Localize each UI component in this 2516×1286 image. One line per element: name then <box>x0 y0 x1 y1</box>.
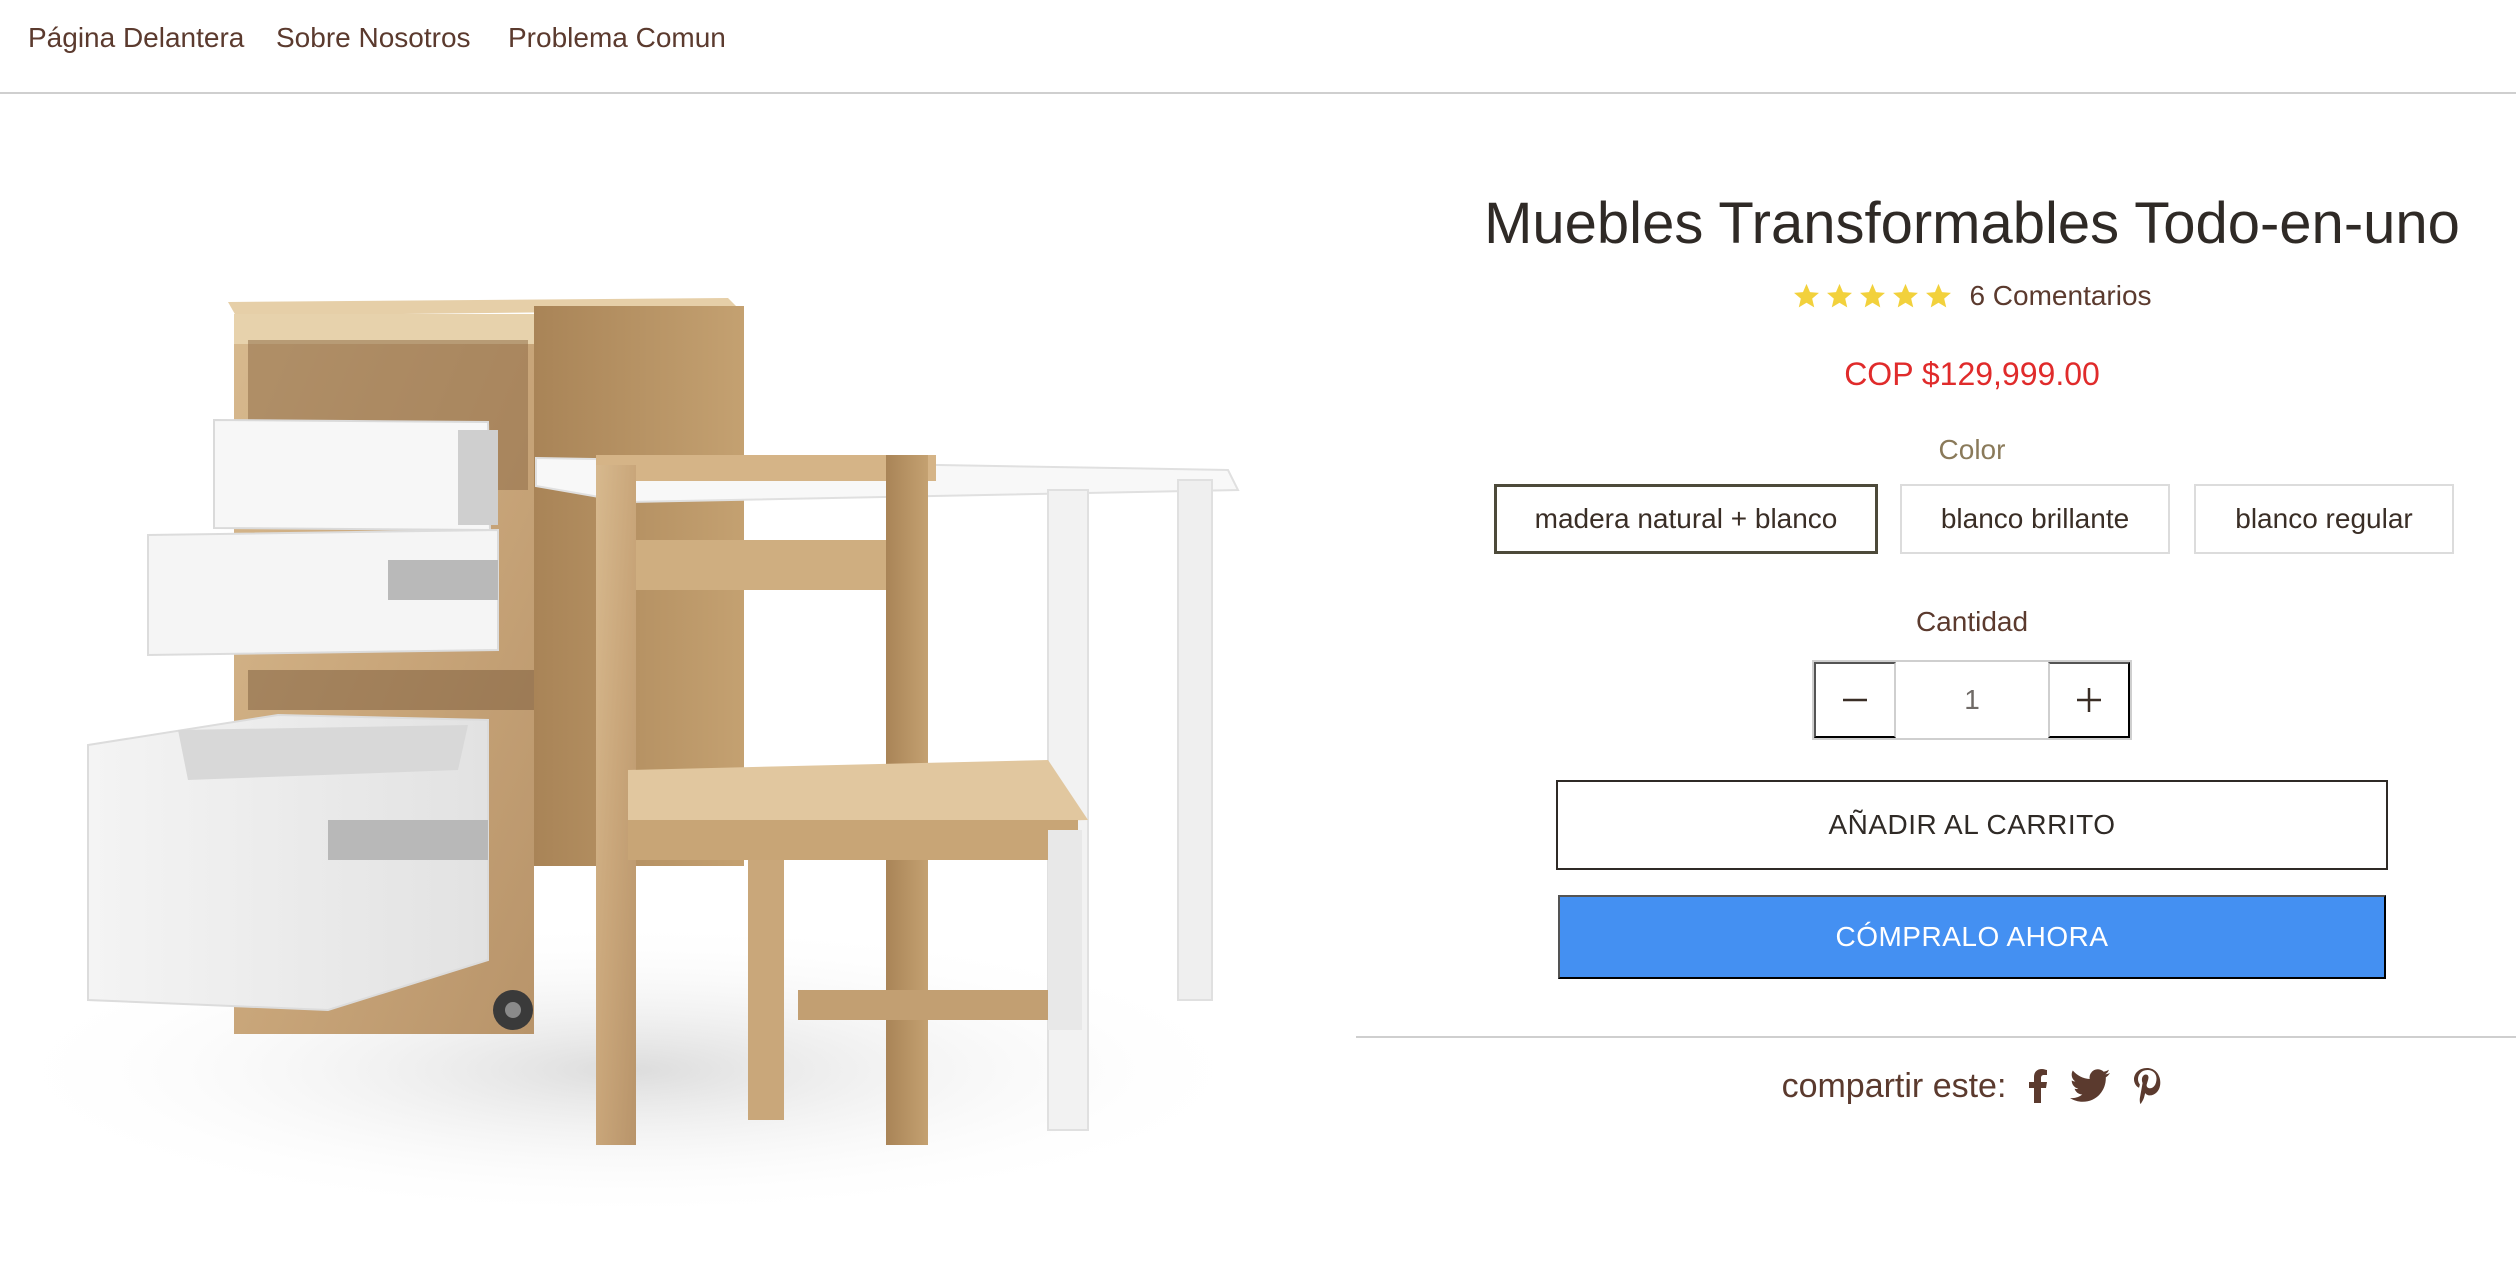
color-option-glossy-white[interactable]: blanco brillante <box>1900 484 2170 554</box>
plus-icon <box>2077 688 2101 712</box>
facebook-icon[interactable] <box>2028 1066 2048 1106</box>
color-label: Color <box>1938 434 2006 465</box>
quantity-increase-button[interactable] <box>2048 662 2130 738</box>
share-label: compartir este: <box>1781 1066 2007 1105</box>
buy-now-button[interactable]: CÓMPRALO AHORA <box>1558 895 2386 979</box>
star-icon <box>1794 283 1820 307</box>
color-option-natural-wood-white[interactable]: madera natural + blanco <box>1494 484 1878 554</box>
product-title-wrap: Muebles Transformables Todo-en-uno <box>1356 190 2516 257</box>
quantity-decrease-button[interactable] <box>1814 662 1896 738</box>
star-icon <box>1860 283 1886 307</box>
quantity-label: Cantidad <box>1915 606 2029 637</box>
reviews-count[interactable]: 6 Comentarios <box>1969 280 2151 312</box>
star-rating <box>1792 282 1953 311</box>
share-bar: compartir este: <box>1356 1066 2516 1106</box>
share-divider <box>1356 1036 2516 1038</box>
add-to-cart-button[interactable]: AÑADIR AL CARRITO <box>1556 780 2388 870</box>
twitter-icon[interactable] <box>2070 1066 2111 1106</box>
top-navigation: Página Delantera Sobre Nosotros Problema… <box>0 0 2516 94</box>
minus-icon <box>1843 698 1867 702</box>
product-image[interactable] <box>28 130 1308 1256</box>
color-options: madera natural + blanco blanco brillante… <box>1494 484 2454 554</box>
star-icon <box>1827 283 1853 307</box>
star-icon <box>1926 283 1952 307</box>
star-icon <box>1893 283 1919 307</box>
quantity-input[interactable]: 1 <box>1896 662 2048 738</box>
nav-link-home[interactable]: Página Delantera <box>28 22 244 54</box>
product-rating[interactable]: 6 Comentarios <box>1356 280 2516 312</box>
product-info-panel: Muebles Transformables Todo-en-uno 6 Com… <box>1356 94 2516 1286</box>
quantity-stepper: 1 <box>1812 660 2132 740</box>
nav-link-about[interactable]: Sobre Nosotros <box>276 22 471 54</box>
pinterest-icon[interactable] <box>2132 1066 2162 1106</box>
color-option-regular-white[interactable]: blanco regular <box>2194 484 2454 554</box>
nav-link-faq[interactable]: Problema Comun <box>508 22 726 54</box>
product-price: COP $129,999.00 <box>1844 356 2100 392</box>
product-title: Muebles Transformables Todo-en-uno <box>1484 191 2460 256</box>
